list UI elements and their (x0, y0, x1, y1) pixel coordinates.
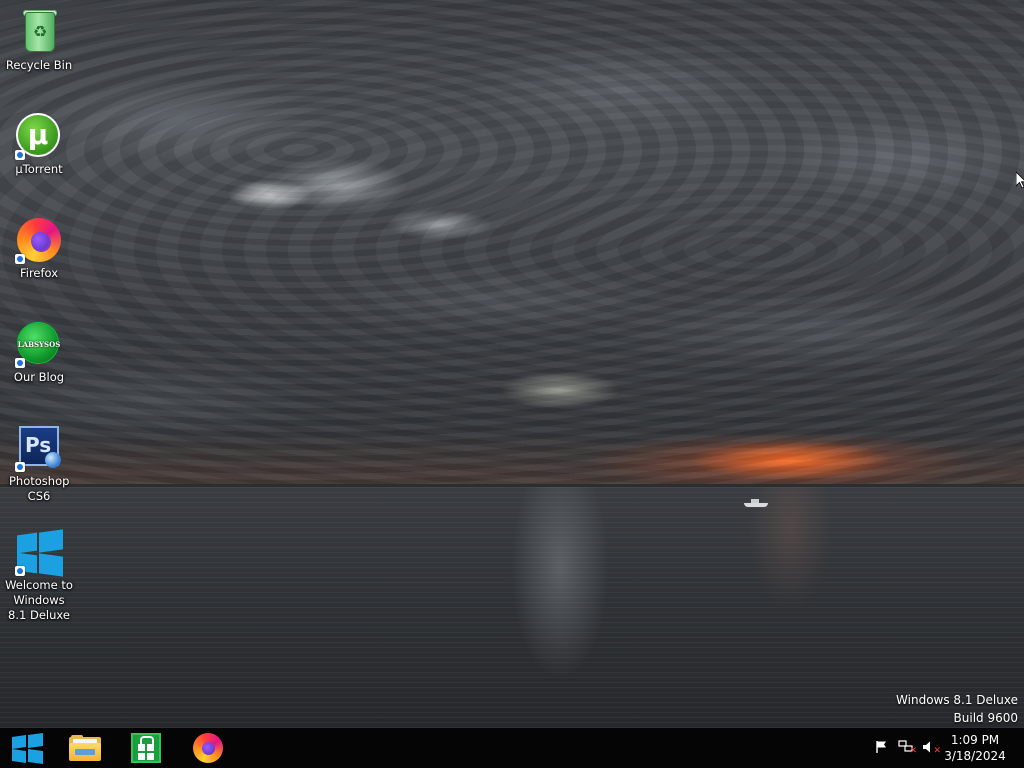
clock-date: 3/18/2024 (944, 749, 1006, 763)
taskbar-store-button[interactable] (119, 728, 175, 768)
desktop-icon-label: µTorrent (15, 162, 63, 176)
taskbar: ✕ ✕ 1:09 PM 3/18/2024 (0, 728, 1024, 768)
utorrent-icon: µ (15, 112, 63, 160)
shortcut-arrow-icon (15, 462, 25, 472)
watermark-edition: Windows 8.1 Deluxe (896, 693, 1018, 707)
desktop-icon-label: Our Blog (13, 370, 65, 384)
shortcut-arrow-icon (15, 254, 25, 264)
wallpaper-clouds (0, 0, 1024, 488)
mouse-cursor-icon (1016, 172, 1024, 189)
blog-icon-text: LABSYSOS (17, 340, 61, 349)
wallpaper-boat (744, 498, 768, 507)
desktop-icon-welcome-windows[interactable]: Welcome to Windows 8.1 Deluxe (0, 528, 78, 623)
desktop-icon-photoshop[interactable]: Ps Photoshop CS6 (0, 424, 78, 504)
taskbar-file-explorer-button[interactable] (57, 728, 113, 768)
desktop-wallpaper[interactable] (0, 0, 1024, 728)
desktop-icon-label: Recycle Bin (5, 58, 73, 72)
shortcut-arrow-icon (15, 150, 25, 160)
windows-logo-icon (15, 528, 63, 577)
desktop-icon-firefox[interactable]: Firefox (0, 216, 78, 281)
blog-icon: LABSYSOS (15, 320, 63, 368)
desktop-icon-our-blog[interactable]: LABSYSOS Our Blog (0, 320, 78, 385)
desktop-icon-label: Welcome to Windows 8.1 Deluxe (5, 578, 73, 622)
network-disconnected-icon[interactable]: ✕ (897, 740, 917, 756)
action-center-flag-icon[interactable] (873, 740, 891, 756)
firefox-icon (15, 216, 63, 264)
desktop-icon-recycle-bin[interactable]: ♻ Recycle Bin (0, 8, 78, 73)
desktop-icon-label: Photoshop CS6 (9, 474, 70, 503)
shortcut-arrow-icon (15, 358, 25, 368)
start-button[interactable] (0, 728, 56, 768)
photoshop-icon: Ps (15, 424, 63, 472)
shortcut-arrow-icon (15, 566, 25, 576)
clock-time: 1:09 PM (950, 733, 1000, 747)
recycle-bin-icon: ♻ (15, 8, 63, 56)
store-icon (131, 733, 161, 763)
file-explorer-icon (69, 735, 101, 761)
firefox-icon (193, 733, 223, 763)
os-version-watermark: Windows 8.1 Deluxe Build 9600 (896, 691, 1018, 727)
wallpaper-sea (0, 487, 1024, 728)
start-windows-icon (12, 732, 43, 765)
watermark-build: Build 9600 (953, 711, 1018, 725)
desktop-icon-utorrent[interactable]: µ µTorrent (0, 112, 78, 177)
taskbar-firefox-button[interactable] (181, 728, 237, 768)
volume-muted-icon[interactable]: ✕ (921, 740, 941, 756)
desktop-icon-label: Firefox (19, 266, 59, 280)
taskbar-clock[interactable]: 1:09 PM 3/18/2024 (940, 732, 1010, 764)
